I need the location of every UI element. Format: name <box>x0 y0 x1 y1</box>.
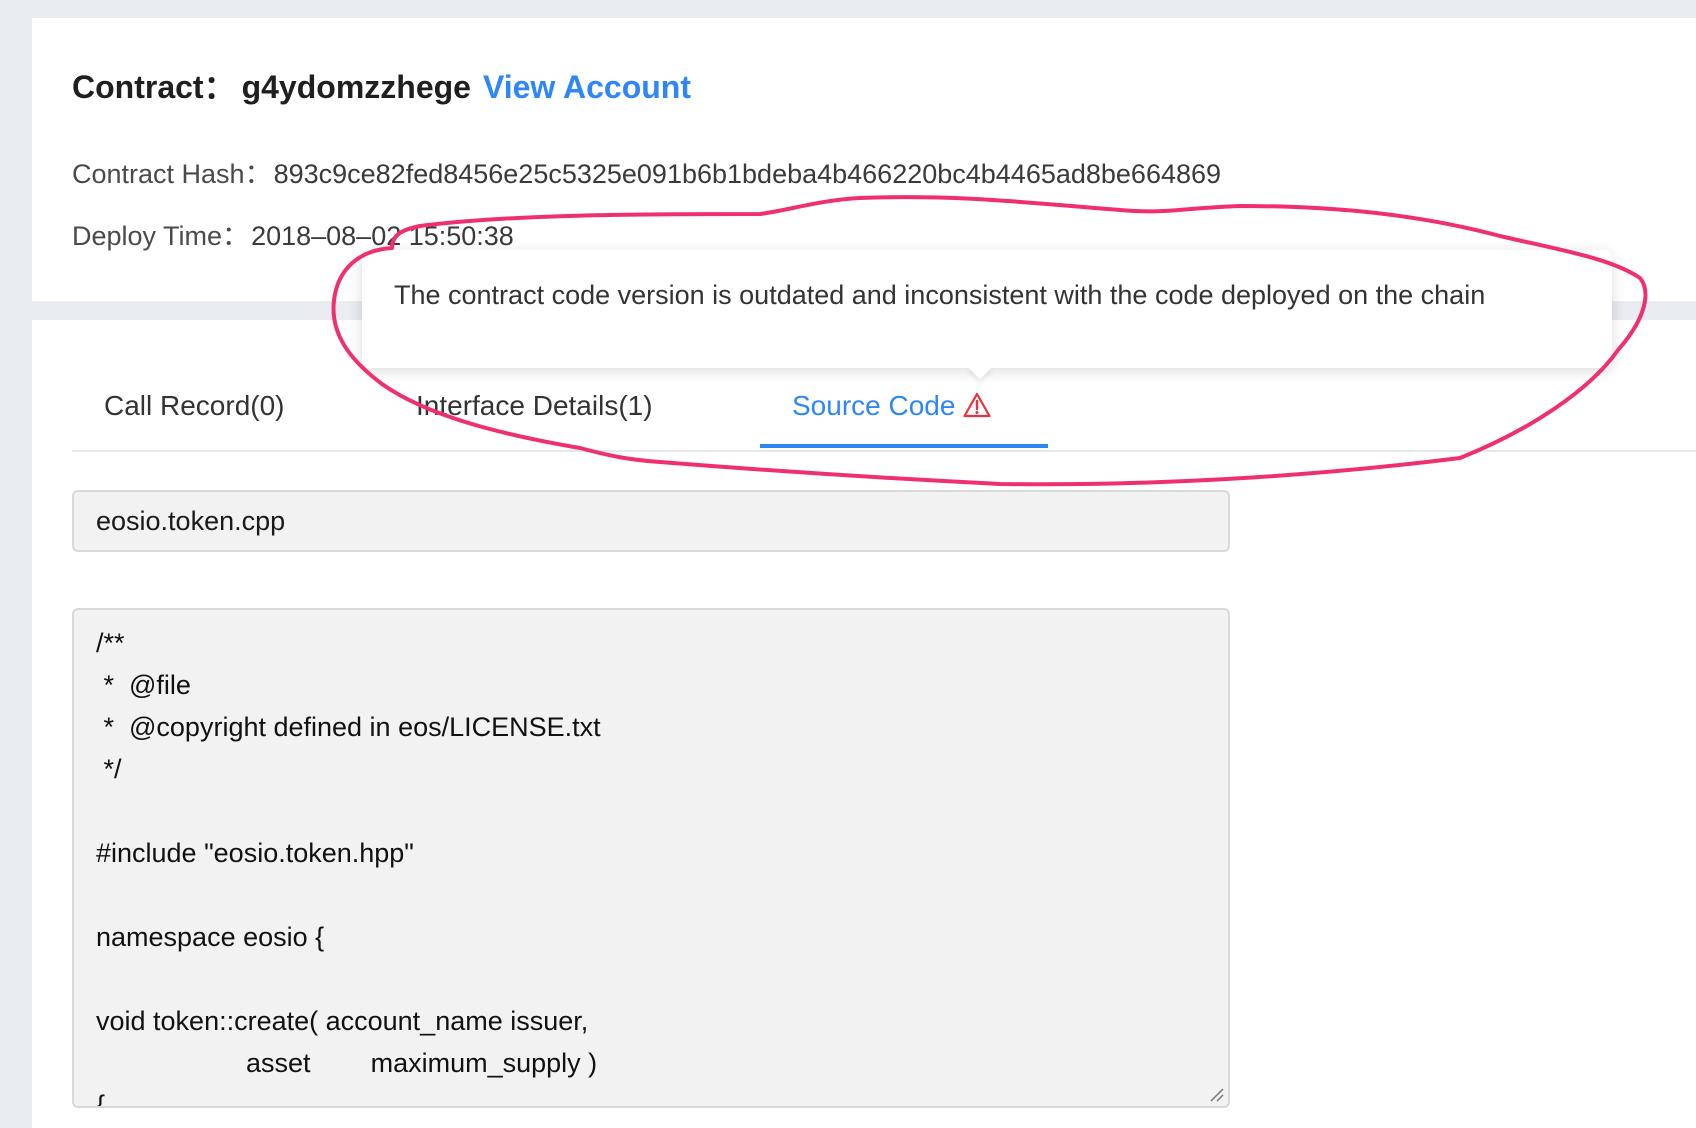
page: Contract： g4ydomzzhege View Account Contra… <box>0 0 1696 1128</box>
outdated-code-tooltip: The contract code version is outdated an… <box>362 250 1612 380</box>
tab-bar: Call Record(0) Interface Details(1) Sour… <box>72 378 1696 452</box>
source-file-select[interactable]: eosio.token.cpp <box>72 490 1230 552</box>
contract-hash-label: Contract Hash： <box>72 159 272 189</box>
contract-name: g4ydomzzhege <box>241 69 471 105</box>
view-account-link[interactable]: View Account <box>483 69 691 105</box>
deploy-time-value: 2018–08–02 15:50:38 <box>251 221 514 251</box>
tooltip-text: The contract code version is outdated an… <box>394 280 1486 310</box>
contract-hash-value: 893c9ce82fed8456e25c5325e091b6b1bdeba4b4… <box>273 159 1222 189</box>
resize-handle-icon[interactable] <box>1208 1086 1224 1102</box>
tab-source-code-label: Source Code <box>792 390 956 421</box>
deploy-time-row: Deploy Time：2018–08–02 15:50:38 <box>72 214 514 253</box>
contract-label: Contract： <box>72 69 236 105</box>
contract-hash-row: Contract Hash：893c9ce82fed8456e25c5325e0… <box>72 152 1221 191</box>
warning-icon[interactable] <box>963 392 992 425</box>
contract-title: Contract： g4ydomzzhege View Account <box>72 62 691 108</box>
tab-source-code[interactable]: Source Code <box>792 390 992 425</box>
source-code-text: /** * @file * @copyright defined in eos/… <box>96 628 601 1108</box>
tab-interface-details[interactable]: Interface Details(1) <box>416 390 653 422</box>
source-code-textarea[interactable]: /** * @file * @copyright defined in eos/… <box>72 608 1230 1108</box>
deploy-time-label: Deploy Time： <box>72 221 250 251</box>
active-tab-indicator <box>760 444 1048 448</box>
tab-call-record[interactable]: Call Record(0) <box>104 390 285 422</box>
